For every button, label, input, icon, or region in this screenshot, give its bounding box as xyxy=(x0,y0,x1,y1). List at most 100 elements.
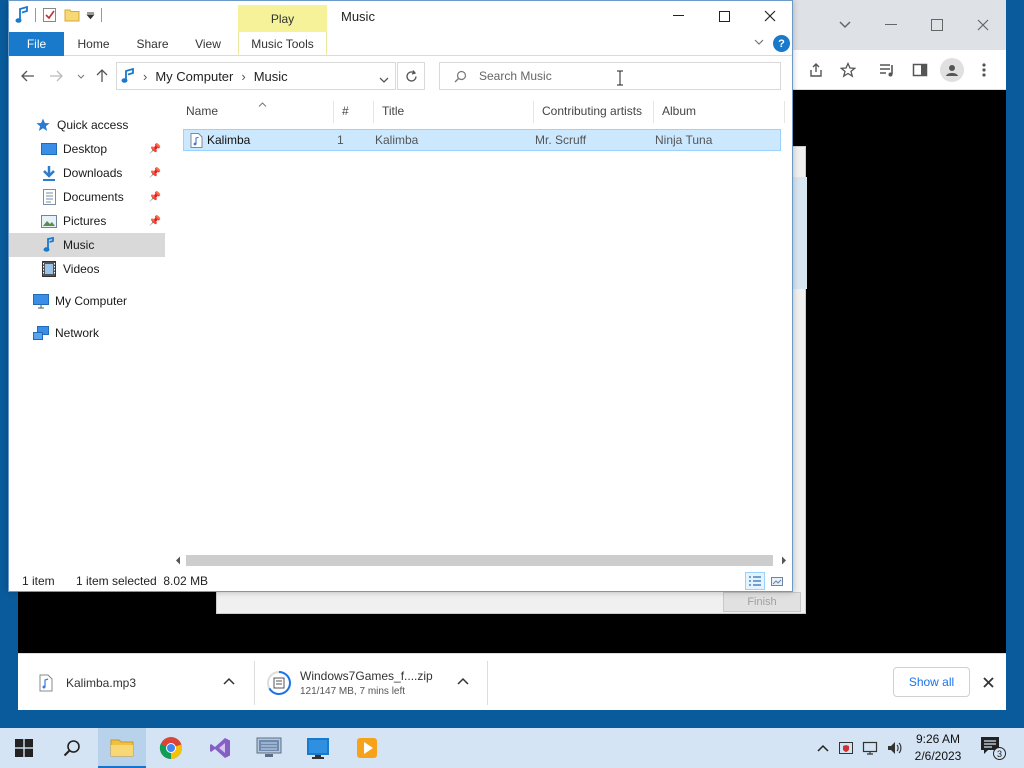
chrome-tab-search-icon[interactable] xyxy=(822,8,868,42)
chrome-close-button[interactable] xyxy=(960,8,1006,42)
forward-icon[interactable] xyxy=(46,66,66,86)
file-explorer-window: Play Music File Home Share View Music To… xyxy=(8,0,793,592)
taskbar-computer-app[interactable] xyxy=(245,728,293,768)
nav-item-pictures[interactable]: Pictures 📌 xyxy=(9,209,165,233)
search-icon xyxy=(63,740,80,757)
pictures-icon xyxy=(41,213,57,229)
cell-number: 1 xyxy=(337,133,344,147)
nav-item-videos[interactable]: Videos xyxy=(9,257,165,281)
chrome-minimize-button[interactable] xyxy=(868,8,914,42)
table-row[interactable]: Kalimba 1 Kalimba Mr. Scruff Ninja Tuna xyxy=(183,129,781,151)
audio-file-icon xyxy=(39,674,53,692)
search-input[interactable]: Search Music xyxy=(439,62,781,90)
dialog-side-panel xyxy=(793,177,807,289)
security-shield-icon[interactable] xyxy=(836,728,856,768)
minimize-button[interactable] xyxy=(655,1,701,31)
back-icon[interactable] xyxy=(18,66,38,86)
clock-time: 9:26 AM xyxy=(915,732,961,746)
maximize-button[interactable] xyxy=(701,1,747,31)
pin-icon[interactable]: 📌 xyxy=(149,216,161,227)
column-header-name[interactable]: Name xyxy=(178,101,333,121)
address-bar[interactable]: › My Computer › Music xyxy=(116,62,396,90)
nav-item-music[interactable]: Music xyxy=(9,233,165,257)
side-panel-icon[interactable] xyxy=(908,58,932,82)
breadcrumb-my-computer[interactable]: My Computer xyxy=(155,69,233,84)
column-header-number[interactable]: # xyxy=(334,101,374,121)
close-downloads-icon[interactable] xyxy=(978,670,998,694)
column-header-title[interactable]: Title xyxy=(374,101,534,121)
breadcrumb-music[interactable]: Music xyxy=(254,69,288,84)
nav-item-documents[interactable]: Documents 📌 xyxy=(9,185,165,209)
close-button[interactable] xyxy=(747,1,793,31)
expand-ribbon-icon[interactable] xyxy=(754,36,764,48)
up-icon[interactable] xyxy=(92,66,112,86)
download-item-zip[interactable]: Windows7Games_f....zip 121/147 MB, 7 min… xyxy=(266,662,466,704)
chevron-up-icon[interactable] xyxy=(457,674,469,688)
chrome-menu-icon[interactable] xyxy=(972,58,996,82)
scrollbar-thumb[interactable] xyxy=(186,555,773,566)
network-tray-icon[interactable] xyxy=(860,728,880,768)
taskbar-media-player[interactable] xyxy=(343,728,391,768)
bookmark-star-icon[interactable] xyxy=(836,58,860,82)
taskbar-chrome[interactable] xyxy=(147,728,195,768)
nav-item-desktop[interactable]: Desktop 📌 xyxy=(9,137,165,161)
tab-home[interactable]: Home xyxy=(71,32,116,56)
scroll-left-icon[interactable] xyxy=(169,552,186,569)
recent-locations-icon[interactable] xyxy=(71,66,91,86)
system-clock[interactable]: 9:26 AM 2/6/2023 xyxy=(902,731,974,765)
nav-label: Downloads xyxy=(63,166,123,180)
profile-avatar-icon[interactable] xyxy=(940,58,964,82)
column-header-artists[interactable]: Contributing artists xyxy=(534,101,654,121)
finish-button[interactable]: Finish xyxy=(723,592,801,612)
selection-info: 1 item selected 8.02 MB xyxy=(76,574,209,588)
computer-icon xyxy=(33,293,49,309)
taskbar-file-explorer[interactable] xyxy=(98,728,146,768)
tab-share[interactable]: Share xyxy=(130,32,175,56)
ribbon-tabs: File Home Share View Music Tools ? xyxy=(9,32,792,56)
tray-overflow-icon[interactable] xyxy=(814,728,832,768)
nav-label: Network xyxy=(55,326,100,340)
tab-view[interactable]: View xyxy=(189,32,227,56)
large-icons-view-icon[interactable] xyxy=(767,572,787,590)
nav-quick-access[interactable]: Quick access xyxy=(9,113,165,137)
share-icon[interactable] xyxy=(804,58,828,82)
app-window-icon xyxy=(307,738,329,759)
chevron-up-icon[interactable] xyxy=(223,674,235,688)
tab-file[interactable]: File xyxy=(9,32,64,56)
notifications-icon[interactable]: 3 xyxy=(980,736,1006,760)
nav-label: Desktop xyxy=(63,142,108,156)
help-icon[interactable]: ? xyxy=(773,35,790,52)
media-control-icon[interactable] xyxy=(875,58,899,82)
tab-music-tools[interactable]: Music Tools xyxy=(238,32,327,56)
taskbar-app-blue[interactable] xyxy=(294,728,342,768)
download-item-kalimba[interactable]: Kalimba.mp3 xyxy=(38,662,248,704)
horizontal-scrollbar[interactable] xyxy=(169,552,792,569)
nav-network[interactable]: Network xyxy=(9,321,165,345)
properties-icon[interactable] xyxy=(42,7,58,23)
address-row: › My Computer › Music Search Music xyxy=(9,56,792,96)
audio-file-icon xyxy=(190,133,203,151)
taskbar-visual-studio[interactable] xyxy=(196,728,244,768)
search-button[interactable] xyxy=(48,728,96,768)
address-dropdown-icon[interactable] xyxy=(379,71,389,86)
pin-icon[interactable]: 📌 xyxy=(149,168,161,179)
downloads-icon xyxy=(41,165,57,181)
customize-dropdown-icon[interactable] xyxy=(86,11,95,20)
volume-icon[interactable] xyxy=(884,728,904,768)
column-header-album[interactable]: Album xyxy=(654,101,784,121)
nav-my-computer[interactable]: My Computer xyxy=(9,289,165,313)
pin-icon[interactable]: 📌 xyxy=(149,144,161,155)
nav-item-downloads[interactable]: Downloads 📌 xyxy=(9,161,165,185)
file-list: Name # Title Contributing artists Album … xyxy=(176,96,792,556)
tab-play[interactable]: Play xyxy=(238,5,327,32)
refresh-icon[interactable] xyxy=(397,62,425,90)
desktop-icon xyxy=(41,141,57,157)
new-folder-icon[interactable] xyxy=(64,8,80,22)
details-view-icon[interactable] xyxy=(745,572,765,590)
scroll-right-icon[interactable] xyxy=(775,552,792,569)
pin-icon[interactable]: 📌 xyxy=(149,192,161,203)
start-button[interactable] xyxy=(0,728,48,768)
chrome-maximize-button[interactable] xyxy=(914,8,960,42)
cell-name: Kalimba xyxy=(207,133,251,147)
show-all-button[interactable]: Show all xyxy=(893,667,970,697)
